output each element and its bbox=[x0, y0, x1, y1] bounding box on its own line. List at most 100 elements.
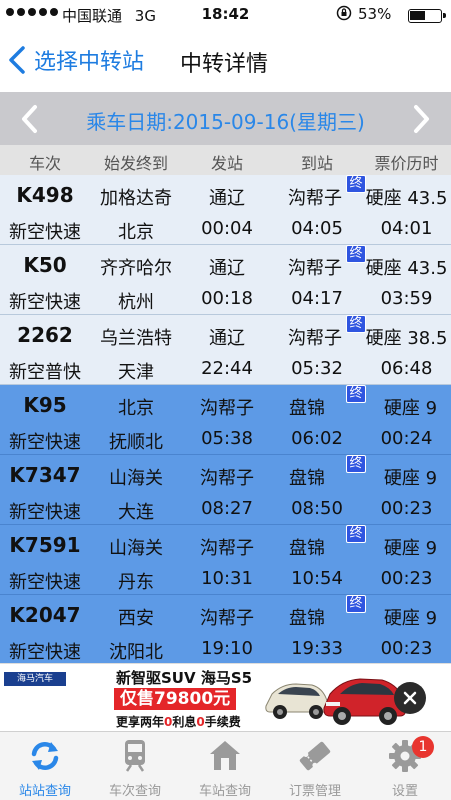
table-row[interactable]: K498 加格达奇 通辽 沟帮子 终 硬座 43.5 新空快速 北京 00:04… bbox=[0, 175, 451, 245]
arrival-time: 04:05 bbox=[291, 218, 343, 239]
tab-label: 订票管理 bbox=[288, 784, 341, 799]
fare: 硬座 9 bbox=[383, 538, 438, 559]
departure-time: 08:27 bbox=[201, 498, 253, 519]
arrival-time: 06:02 bbox=[291, 428, 343, 449]
tab-settings[interactable]: 1 设置 bbox=[360, 732, 451, 800]
fare: 硬座 43.5 bbox=[365, 188, 448, 209]
duration: 00:24 bbox=[380, 428, 433, 449]
ad-subtext-part: 利息 bbox=[172, 715, 197, 729]
navigation-bar: 选择中转站 中转详情 bbox=[0, 30, 451, 90]
tab-train-query[interactable]: 车次查询 bbox=[90, 732, 180, 800]
from-station: 沟帮子 bbox=[200, 468, 254, 489]
chevron-right-icon bbox=[414, 105, 429, 133]
header-train-no: 车次 bbox=[28, 154, 61, 173]
train-code: K50 bbox=[23, 253, 67, 277]
from-station: 通辽 bbox=[209, 328, 245, 349]
origin-station: 乌兰浩特 bbox=[100, 328, 172, 349]
ticket-icon bbox=[299, 741, 331, 771]
arrival-time: 19:33 bbox=[291, 638, 343, 659]
train-type: 新空普快 bbox=[9, 362, 81, 383]
tab-ticket-management[interactable]: 订票管理 bbox=[270, 732, 360, 800]
close-icon bbox=[403, 691, 417, 705]
table-row[interactable]: K50 齐齐哈尔 通辽 沟帮子 终 硬座 43.5 新空快速 杭州 00:18 … bbox=[0, 245, 451, 315]
ad-subtext-part: 手续费 bbox=[204, 715, 241, 729]
tab-label: 车次查询 bbox=[108, 784, 161, 799]
battery-percent: 53% bbox=[358, 5, 392, 23]
travel-date[interactable]: 乘车日期:2015-09-16(星期三) bbox=[0, 106, 451, 135]
ad-subtext: 更享两年0利息0手续费 bbox=[116, 713, 241, 730]
fare: 硬座 9 bbox=[383, 398, 438, 419]
rotation-lock-icon bbox=[336, 5, 352, 25]
duration: 00:23 bbox=[380, 638, 433, 659]
to-station: 盘锦 bbox=[289, 468, 325, 489]
departure-time: 00:04 bbox=[201, 218, 253, 239]
terminal-station: 沈阳北 bbox=[109, 642, 163, 663]
terminal-station: 抚顺北 bbox=[109, 432, 163, 453]
header-origin-terminal: 始发终到 bbox=[103, 154, 168, 173]
train-code: K7347 bbox=[9, 463, 81, 487]
terminal-badge: 终 bbox=[346, 385, 366, 403]
train-type: 新空快速 bbox=[9, 292, 81, 313]
close-ad-button[interactable] bbox=[394, 682, 426, 714]
header-to-station: 到站 bbox=[300, 154, 333, 173]
arrival-time: 04:17 bbox=[291, 288, 343, 309]
terminal-badge: 终 bbox=[346, 595, 366, 613]
fare: 硬座 38.5 bbox=[365, 328, 448, 349]
tab-station-info[interactable]: 车站查询 bbox=[180, 732, 270, 800]
duration: 00:23 bbox=[380, 498, 433, 519]
train-code: K498 bbox=[16, 183, 74, 207]
header-from-station: 发站 bbox=[210, 154, 243, 173]
ad-subtext-highlight: 0 bbox=[196, 715, 205, 729]
train-code: K2047 bbox=[9, 603, 81, 627]
ad-banner[interactable]: 海马汽车 新智驱SUV 海马S5 仅售79800元 更享两年0利息0手续费 bbox=[0, 663, 451, 731]
origin-station: 齐齐哈尔 bbox=[100, 258, 172, 279]
fare: 硬座 9 bbox=[383, 468, 438, 489]
table-row[interactable]: 2262 乌兰浩特 通辽 沟帮子 终 硬座 38.5 新空普快 天津 22:44… bbox=[0, 315, 451, 385]
tab-label: 站站查询 bbox=[18, 784, 71, 799]
departure-time: 00:18 bbox=[201, 288, 253, 309]
from-station: 通辽 bbox=[209, 258, 245, 279]
duration: 00:23 bbox=[380, 568, 433, 589]
origin-station: 北京 bbox=[118, 398, 154, 419]
train-type: 新空快速 bbox=[9, 642, 81, 663]
ad-price: 仅售79800元 bbox=[114, 688, 237, 710]
tab-bar: 站站查询 车次查询 车站查询 订票管理 1 设置 bbox=[0, 731, 451, 800]
ad-headline: 新智驱SUV 海马S5 bbox=[116, 669, 253, 687]
train-code: 2262 bbox=[17, 323, 73, 347]
brand-logo: 海马汽车 bbox=[4, 672, 66, 686]
departure-time: 10:31 bbox=[201, 568, 253, 589]
to-station: 沟帮子 bbox=[288, 258, 342, 279]
departure-time: 19:10 bbox=[201, 638, 253, 659]
terminal-station: 丹东 bbox=[118, 572, 154, 593]
notification-badge: 1 bbox=[412, 736, 434, 758]
page-title: 中转详情 bbox=[180, 52, 269, 77]
departure-time: 22:44 bbox=[201, 358, 253, 379]
table-row[interactable]: K7591 山海关 沟帮子 盘锦 终 硬座 9 新空快速 丹东 10:31 10… bbox=[0, 525, 451, 595]
table-row[interactable]: K7347 山海关 沟帮子 盘锦 终 硬座 9 新空快速 大连 08:27 08… bbox=[0, 455, 451, 525]
train-type: 新空快速 bbox=[9, 572, 81, 593]
table-row[interactable]: K95 北京 沟帮子 盘锦 终 硬座 9 新空快速 抚顺北 05:38 06:0… bbox=[0, 385, 451, 455]
header-fare-duration: 票价历时 bbox=[374, 154, 439, 173]
origin-station: 加格达奇 bbox=[100, 188, 172, 209]
terminal-station: 大连 bbox=[118, 502, 154, 523]
battery-icon bbox=[408, 9, 446, 23]
train-code: K95 bbox=[23, 393, 67, 417]
train-type: 新空快速 bbox=[9, 432, 81, 453]
from-station: 通辽 bbox=[209, 188, 245, 209]
fare: 硬座 43.5 bbox=[365, 258, 448, 279]
fare: 硬座 9 bbox=[383, 608, 438, 629]
to-station: 沟帮子 bbox=[288, 188, 342, 209]
ad-subtext-part: 更享两年 bbox=[116, 715, 165, 729]
tab-station-query[interactable]: 站站查询 bbox=[0, 732, 90, 800]
duration: 04:01 bbox=[380, 218, 433, 239]
to-station: 盘锦 bbox=[289, 538, 325, 559]
terminal-badge: 终 bbox=[346, 455, 366, 473]
duration: 03:59 bbox=[380, 288, 433, 309]
back-button[interactable]: 选择中转站 bbox=[8, 44, 144, 76]
next-day-button[interactable] bbox=[407, 102, 437, 136]
table-row[interactable]: K2047 西安 沟帮子 盘锦 终 硬座 9 新空快速 沈阳北 19:10 19… bbox=[0, 595, 451, 663]
station-house-icon bbox=[210, 741, 240, 770]
tab-label: 设置 bbox=[391, 784, 418, 799]
from-station: 沟帮子 bbox=[200, 608, 254, 629]
to-station: 沟帮子 bbox=[288, 328, 342, 349]
